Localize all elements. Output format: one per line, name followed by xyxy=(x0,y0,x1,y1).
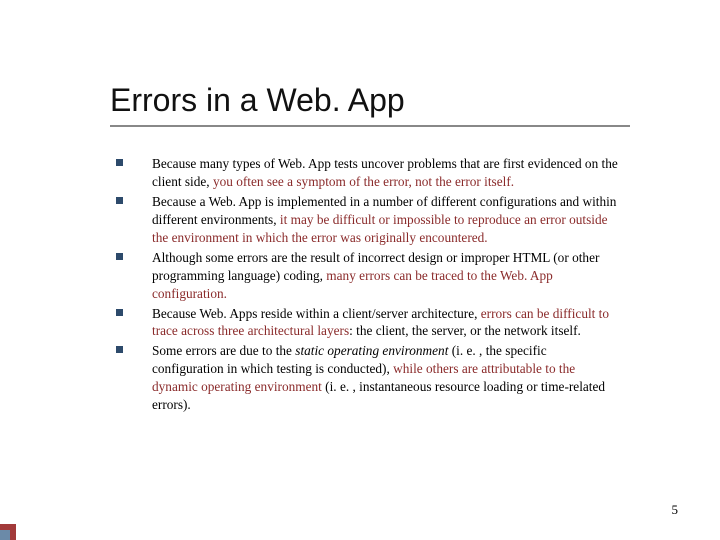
list-item: Some errors are due to the static operat… xyxy=(110,342,620,414)
list-item: Because Web. Apps reside within a client… xyxy=(110,305,620,341)
title-rule xyxy=(110,125,630,127)
corner-accent-icon xyxy=(0,524,16,540)
bullet-list: Because many types of Web. App tests unc… xyxy=(110,155,620,414)
bullet-text: Some errors are due to the xyxy=(152,343,295,358)
page-number: 5 xyxy=(672,502,679,518)
bullet-emphasis: you often see a symptom of the error, no… xyxy=(213,174,514,189)
bullet-text: : the client, the server, or the network… xyxy=(349,323,581,338)
list-item: Although some errors are the result of i… xyxy=(110,249,620,303)
bullet-italic: static operating environment xyxy=(295,343,448,358)
bullet-text: Because Web. Apps reside within a client… xyxy=(152,306,481,321)
list-item: Because a Web. App is implemented in a n… xyxy=(110,193,620,247)
slide-title: Errors in a Web. App xyxy=(110,82,670,119)
list-item: Because many types of Web. App tests unc… xyxy=(110,155,620,191)
slide: Errors in a Web. App Because many types … xyxy=(0,0,720,540)
